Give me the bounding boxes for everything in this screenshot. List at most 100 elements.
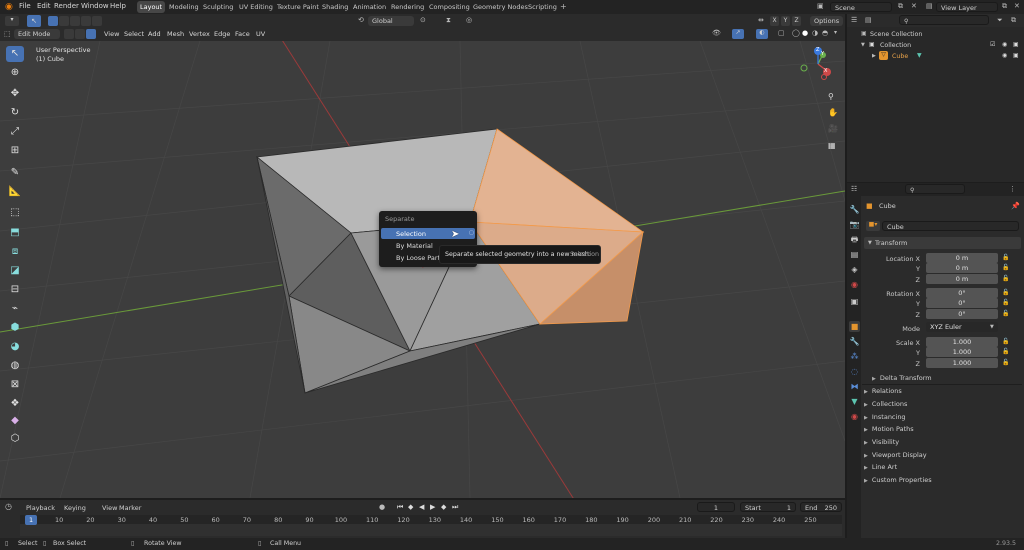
location-y-field[interactable]: 0 m	[926, 263, 998, 273]
properties-options-icon[interactable]: ⋮	[1009, 185, 1016, 193]
menu-view[interactable]: View	[104, 30, 119, 38]
outliner-search-input[interactable]: ⚲	[899, 15, 989, 25]
options-dropdown[interactable]: Options	[810, 16, 843, 26]
rotation-mode-dropdown[interactable]: XYZ Euler	[926, 322, 998, 332]
pivot-icon[interactable]: ⊙	[420, 16, 426, 24]
collection-render-icon[interactable]: ▣	[1013, 41, 1019, 48]
rip-region-tool[interactable]: ⬡	[6, 431, 24, 447]
panel-instancing[interactable]: ▶ Instancing	[864, 413, 1021, 425]
play-reverse-icon[interactable]: ◀	[419, 503, 424, 511]
outliner-row-collection[interactable]: ▼ ▣ Collection ☑ ◉ ▣	[847, 40, 1024, 51]
camera-icon[interactable]: 🎥	[828, 124, 838, 133]
shrink-fatten-tool[interactable]: ❖	[6, 396, 24, 412]
particles-tab-icon[interactable]: ⁂	[849, 351, 860, 362]
rendered-shading-icon[interactable]: ◓	[822, 29, 828, 37]
ortho-grid-icon[interactable]: ▦	[828, 141, 836, 150]
view-layer-icon[interactable]: ▤	[926, 2, 933, 10]
cube-visibility-icon[interactable]: ◉	[1002, 52, 1007, 59]
rotation-z-field[interactable]: 0°	[926, 309, 998, 319]
tab-scripting[interactable]: Scripting	[525, 1, 560, 13]
menu-edge[interactable]: Edge	[214, 30, 230, 38]
physics-tab-icon[interactable]: ◌	[849, 366, 860, 377]
scene-tab-icon[interactable]: ◈	[849, 264, 860, 275]
new-view-layer-icon[interactable]: ⧉	[1002, 2, 1007, 11]
tab-modeling[interactable]: Modeling	[166, 1, 202, 13]
menu-uv[interactable]: UV	[256, 30, 265, 38]
lock-icon[interactable]: 🔓	[1002, 299, 1009, 306]
annotate-tool[interactable]: ✎	[6, 165, 24, 181]
new-collection-icon[interactable]: ⧉	[1011, 16, 1016, 25]
face-select-icon[interactable]	[86, 29, 96, 39]
location-x-field[interactable]: 0 m	[926, 253, 998, 263]
mirror-z-toggle[interactable]: Z	[792, 16, 801, 26]
scale-x-field[interactable]: 1.000	[926, 337, 998, 347]
transform-panel-header[interactable]: ▼ Transform	[864, 237, 1021, 249]
lock-icon[interactable]: 🔓	[1002, 338, 1009, 345]
transform-tool[interactable]: ⊞	[6, 143, 24, 159]
menu-face[interactable]: Face	[235, 30, 250, 38]
menu-vertex[interactable]: Vertex	[189, 30, 210, 38]
exclude-checkbox-icon[interactable]: ☑	[990, 41, 995, 48]
3d-viewport[interactable]: User Perspective (1) Cube X Y Z ⚲ ✋ 🎥 ▦	[0, 41, 845, 498]
select-extend-icon[interactable]	[59, 16, 69, 26]
panel-collections[interactable]: ▶ Collections	[864, 400, 1021, 412]
menu-file[interactable]: File	[19, 2, 31, 10]
next-key-icon[interactable]: ◆	[441, 503, 446, 511]
new-scene-icon[interactable]: ⧉	[898, 2, 903, 11]
inset-tool[interactable]: ⧈	[6, 244, 24, 260]
tab-animation[interactable]: Animation	[350, 1, 389, 13]
lock-icon[interactable]: 🔓	[1002, 264, 1009, 271]
mode-dropdown[interactable]: Edit Mode	[14, 29, 60, 39]
panel-visibility[interactable]: ▶ Visibility	[864, 438, 1021, 450]
orientation-icon[interactable]: ⟲	[358, 16, 364, 24]
bevel-tool[interactable]: ◪	[6, 263, 24, 279]
select-invert-icon[interactable]	[81, 16, 91, 26]
mirror-icon[interactable]: ⇹	[758, 16, 764, 24]
timeline-menu-playback[interactable]: Playback	[26, 504, 55, 512]
shear-tool[interactable]: ◆	[6, 413, 24, 429]
output-tab-icon[interactable]: 🖶	[849, 234, 860, 245]
scale-y-field[interactable]: 1.000	[926, 347, 998, 357]
editor-type-icon[interactable]: ⬚	[4, 30, 11, 38]
datablock-browse-icon[interactable]: ■▾	[866, 221, 880, 231]
cube-render-icon[interactable]: ▣	[1013, 52, 1019, 59]
rotate-tool[interactable]: ↻	[6, 105, 24, 121]
shading-options-icon[interactable]: ▾	[834, 29, 837, 36]
outliner-editor-icon[interactable]: ☰	[851, 16, 857, 24]
tab-layout[interactable]: Layout	[137, 1, 166, 13]
prev-key-icon[interactable]: ◆	[408, 503, 413, 511]
scale-tool[interactable]: ⤢	[6, 124, 24, 140]
gizmo-toggle-icon[interactable]: ↗	[732, 29, 744, 39]
lock-icon[interactable]: 🔓	[1002, 289, 1009, 296]
view-layer-field[interactable]: View Layer	[936, 2, 998, 12]
timeline-menu-keying[interactable]: Keying	[64, 504, 86, 512]
jump-end-icon[interactable]: ⏭	[452, 503, 458, 512]
mirror-x-toggle[interactable]: X	[770, 16, 779, 26]
pan-hand-icon[interactable]: ✋	[828, 108, 838, 117]
properties-editor-icon[interactable]: ☷	[851, 185, 857, 193]
tool-settings-icon[interactable]: ▾	[5, 16, 19, 26]
extrude-tool[interactable]: ⬒	[6, 225, 24, 241]
transform-orientation-dropdown[interactable]: Global	[368, 16, 414, 26]
solid-shading-icon[interactable]: ●	[802, 29, 808, 37]
rotation-x-field[interactable]: 0°	[926, 288, 998, 298]
add-workspace-icon[interactable]: +	[560, 2, 567, 11]
panel-viewport-display[interactable]: ▶ Viewport Display	[864, 451, 1021, 463]
visibility-icon[interactable]: 👁	[712, 29, 721, 37]
material-tab-icon[interactable]: ◉	[849, 411, 860, 422]
collection-visibility-icon[interactable]: ◉	[1002, 41, 1007, 48]
menu-item-selection[interactable]: Selection ▢	[381, 228, 475, 239]
lock-icon[interactable]: 🔓	[1002, 310, 1009, 317]
timeline-track[interactable]	[20, 524, 842, 536]
panel-motion-paths[interactable]: ▶ Motion Paths	[864, 425, 1021, 437]
menu-edit[interactable]: Edit	[37, 2, 51, 10]
knife-tool[interactable]: ⌁	[6, 301, 24, 317]
zoom-icon[interactable]: ⚲	[828, 92, 834, 101]
scene-field[interactable]: Scene	[830, 2, 892, 12]
object-tab-icon[interactable]: ■	[849, 321, 860, 332]
blender-logo-icon[interactable]: ◉	[5, 2, 13, 12]
frame-start-field[interactable]: 1	[762, 502, 796, 512]
jump-start-icon[interactable]: ⏮	[397, 503, 403, 512]
xray-toggle-icon[interactable]: ▢	[778, 29, 785, 37]
object-name-field[interactable]: Cube	[882, 221, 1019, 231]
